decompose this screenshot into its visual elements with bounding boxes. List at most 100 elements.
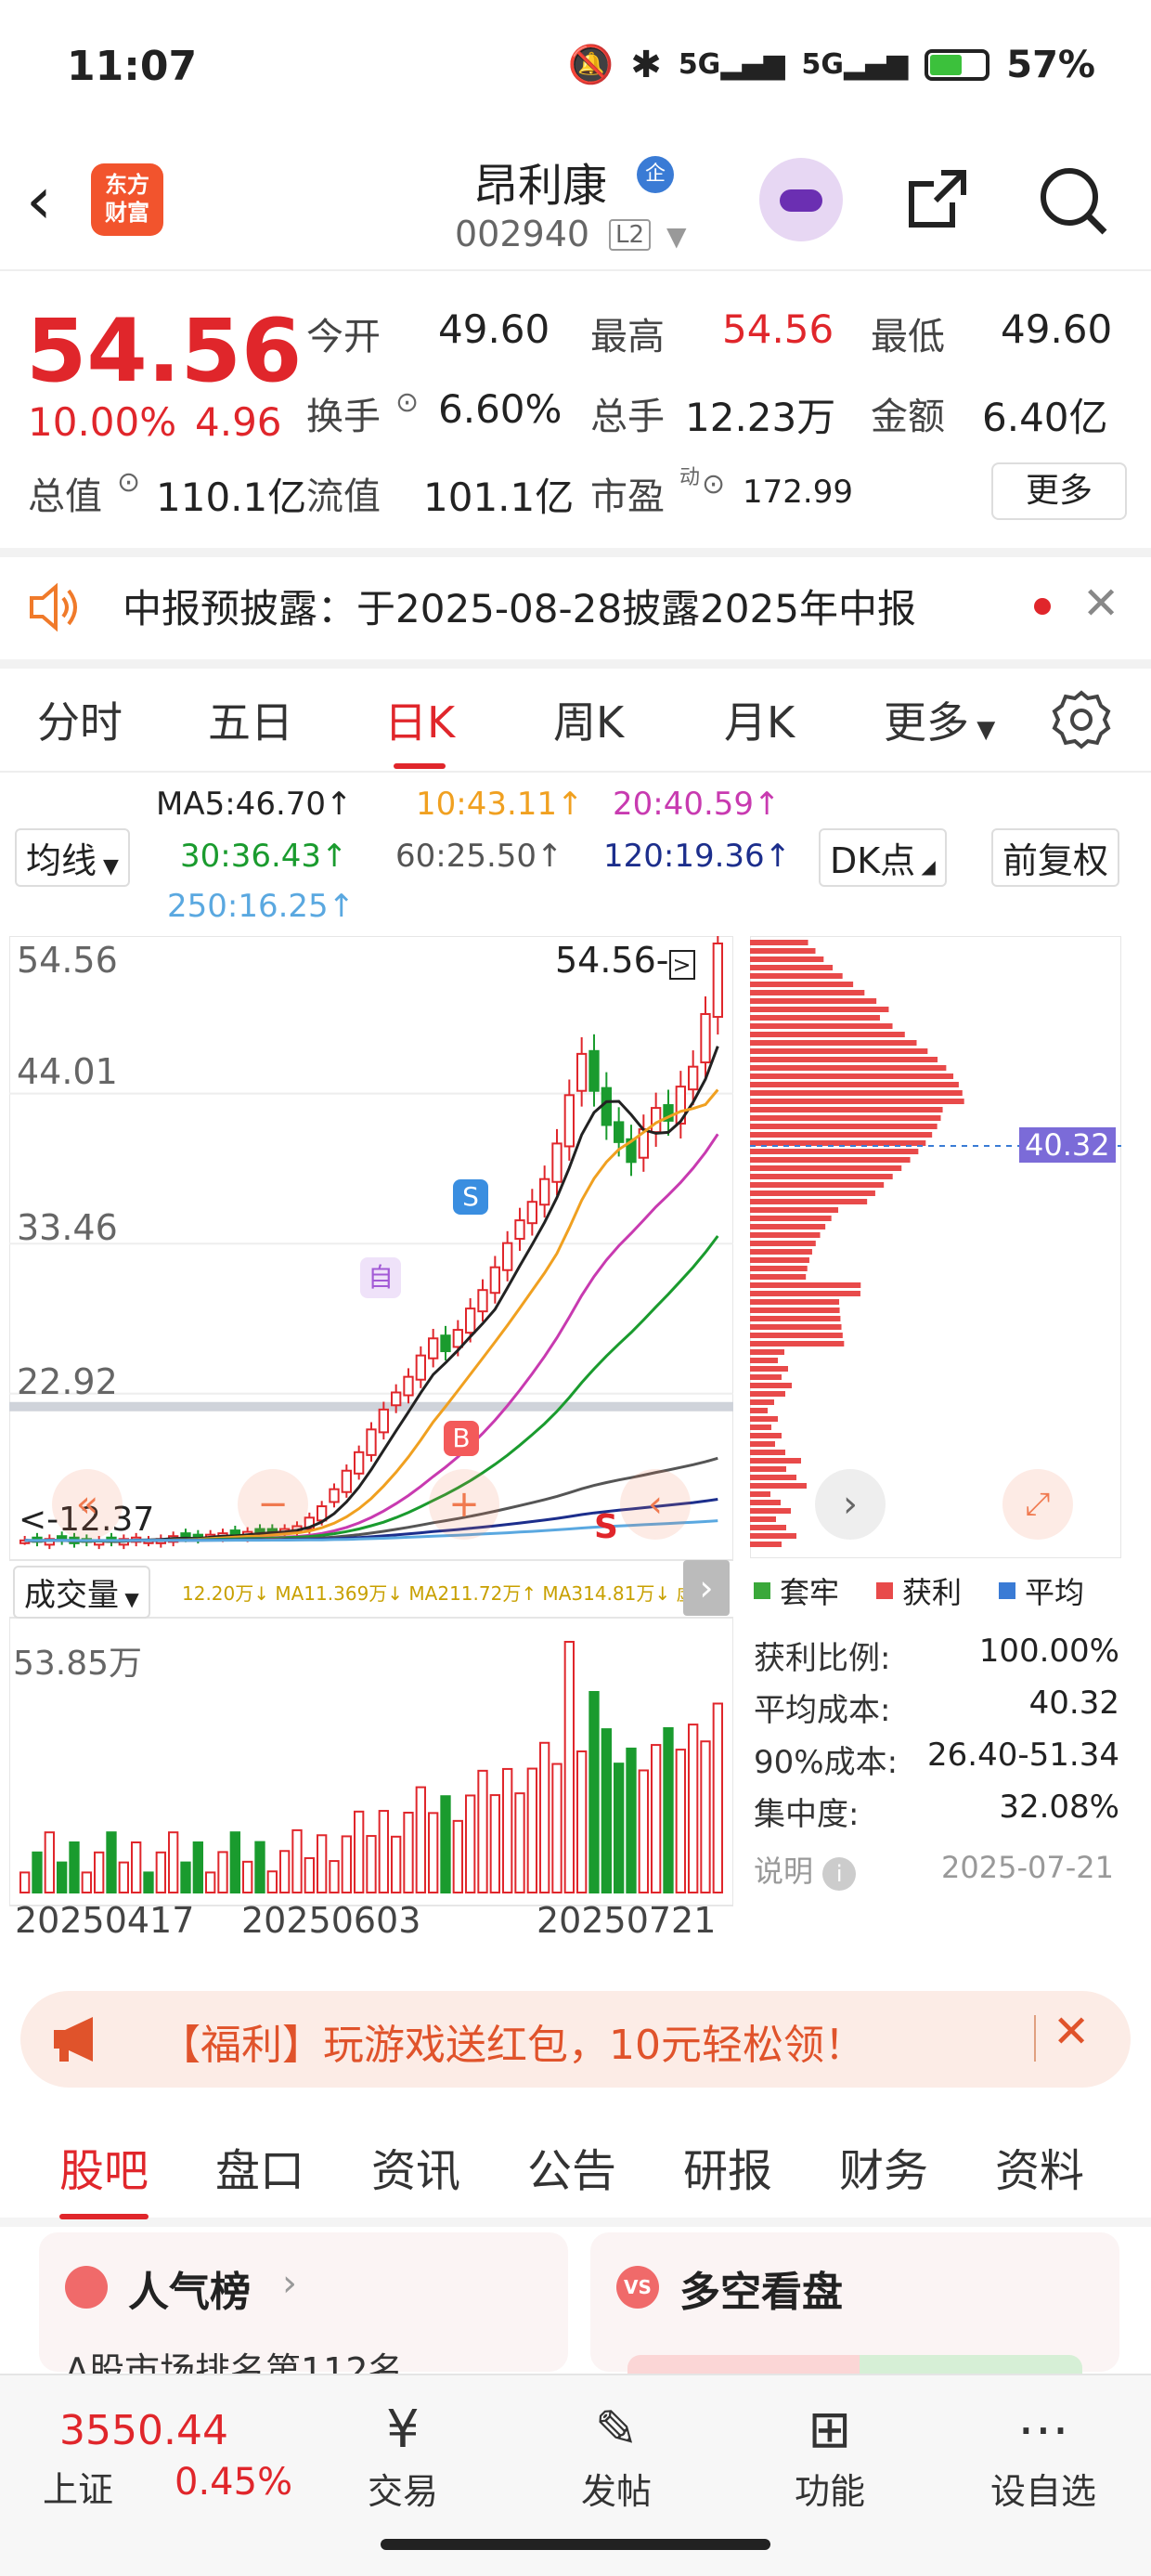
indicator-selector[interactable]: 成交量 ▼ — [13, 1566, 150, 1619]
content-tabs: 股吧 盘口 资讯 公告 研报 财务 资料 — [0, 2108, 1151, 2227]
chip-bar — [750, 1099, 964, 1104]
info-icon[interactable]: ⊙ — [117, 466, 140, 499]
candle-body — [700, 1012, 711, 1064]
kline-chart[interactable] — [9, 936, 733, 1967]
share-icon[interactable] — [904, 165, 971, 232]
ma-selector[interactable]: 均线 ▼ — [15, 828, 130, 887]
chip-bar — [750, 1224, 826, 1229]
popularity-card[interactable]: 人气榜 › A股市场排名第112名 — [39, 2232, 568, 2391]
expand-chevron-icon[interactable]: › — [683, 1560, 730, 1616]
bull-bear-card[interactable]: VS 多空看盘 — [590, 2232, 1119, 2383]
tab-order-book[interactable]: 盘口 — [215, 2134, 304, 2199]
close-icon[interactable]: ✕ — [1082, 578, 1119, 630]
tab-profile[interactable]: 资料 — [995, 2134, 1084, 2199]
nav-trade[interactable]: ¥ 交易 — [347, 2398, 459, 2514]
volume-bar — [539, 1741, 550, 1893]
dk-point-toggle[interactable]: DK点 ◢ — [819, 828, 947, 887]
tab-monthly-k[interactable]: 月K — [724, 689, 795, 750]
next-chevron-icon[interactable]: › — [815, 1469, 886, 1540]
candle-body — [378, 1408, 389, 1434]
volume-bar — [168, 1831, 179, 1894]
market-cap-value: 110.1亿 — [156, 475, 307, 520]
scroll-left-button[interactable]: « — [52, 1469, 123, 1540]
back-button[interactable]: ‹ — [26, 168, 52, 233]
volume-bar — [502, 1767, 513, 1894]
index-value[interactable]: 3550.44 — [59, 2407, 228, 2454]
volume-bar — [32, 1851, 43, 1893]
tab-five-day[interactable]: 五日 — [208, 689, 293, 750]
nav-functions[interactable]: ⊞ 功能 — [774, 2398, 886, 2514]
chip-bar — [750, 1441, 775, 1447]
chip-bar — [750, 1466, 786, 1472]
chip-bar — [750, 1015, 880, 1021]
chip-bar — [750, 1157, 911, 1163]
ma250-label: 250:16.25↑ — [167, 888, 356, 925]
vs-icon: VS — [616, 2266, 659, 2309]
tab-research[interactable]: 研报 — [683, 2134, 772, 2199]
chip-distribution-chart[interactable] — [750, 936, 1121, 1558]
s-marker: S — [594, 1508, 618, 1546]
grid-icon: ⊞ — [808, 2400, 852, 2460]
notice-bar[interactable]: 中报预披露：于2025-08-28披露2025年中报 ✕ — [0, 557, 1151, 669]
candle-body — [502, 1242, 513, 1271]
candle-body — [403, 1375, 414, 1397]
more-button[interactable]: 更多 — [991, 462, 1127, 520]
ma120-label: 120:19.36↑ — [603, 838, 792, 875]
tab-news[interactable]: 资讯 — [371, 2134, 460, 2199]
turnover-label: 换手 — [306, 396, 381, 438]
volume-bar — [217, 1851, 228, 1894]
zoom-out-button[interactable]: − — [238, 1469, 308, 1540]
volume-bar — [266, 1870, 278, 1894]
legend-swatch-profit — [876, 1582, 894, 1599]
chip-bar — [750, 1475, 796, 1480]
chip-bar — [750, 1132, 933, 1138]
y-tick-0: 54.56 — [17, 940, 118, 981]
close-icon[interactable]: ✕ — [1053, 2006, 1090, 2058]
self-select-marker[interactable]: 自 — [360, 1257, 401, 1298]
index-percent[interactable]: 0.45% — [175, 2461, 292, 2504]
sell-signal-marker[interactable]: S — [453, 1179, 488, 1215]
volume-bar — [700, 1740, 711, 1893]
chip-bar — [750, 1199, 868, 1204]
tab-daily-k[interactable]: 日K — [384, 689, 455, 769]
volume-bar — [576, 1750, 588, 1893]
chip-bar — [750, 1124, 938, 1129]
level2-badge[interactable]: L2 — [609, 219, 652, 251]
chip-bar — [750, 1165, 902, 1171]
candle-body — [601, 1086, 613, 1126]
search-icon[interactable] — [1036, 163, 1110, 238]
robot-avatar[interactable] — [759, 158, 843, 241]
chevron-down-icon[interactable]: ▼ — [666, 221, 687, 252]
promo-banner[interactable]: 【福利】玩游戏送红包，10元轻松领！ ✕ — [20, 1991, 1131, 2088]
zoom-in-button[interactable]: + — [429, 1469, 499, 1540]
adjust-selector[interactable]: 前复权 — [991, 828, 1120, 887]
gear-icon[interactable] — [1051, 689, 1112, 750]
fullscreen-icon[interactable]: ⤢ — [1002, 1469, 1073, 1540]
tab-announcements[interactable]: 公告 — [527, 2134, 616, 2199]
volume-bar — [614, 1763, 625, 1894]
volume-bar — [81, 1871, 92, 1894]
tab-finance[interactable]: 财务 — [839, 2134, 928, 2199]
tab-more[interactable]: 更多 ▼ — [884, 689, 995, 750]
index-name[interactable]: 上证 — [43, 2461, 113, 2512]
prev-button[interactable]: ‹ — [620, 1469, 691, 1540]
buy-signal-marker[interactable]: B — [444, 1421, 479, 1456]
change-amount: 4.96 — [195, 399, 282, 445]
chip-bar — [750, 1115, 941, 1121]
info-icon[interactable]: ⊙ — [395, 386, 419, 419]
tab-intraday[interactable]: 分时 — [37, 689, 123, 750]
chip-bar — [750, 990, 865, 995]
profit-ratio-value: 100.00% — [978, 1633, 1119, 1670]
chip-bar — [750, 1416, 778, 1422]
candle-body — [526, 1201, 538, 1225]
explain-link[interactable]: 说明 i — [754, 1848, 857, 1891]
bluetooth-icon: ✱ — [630, 43, 662, 86]
info-icon[interactable]: ⊙ — [702, 468, 725, 501]
nav-post[interactable]: ✎ 发帖 — [561, 2398, 672, 2514]
volume-bar — [440, 1795, 451, 1893]
nav-add-watchlist[interactable]: ⋯ 设自选 — [988, 2398, 1099, 2514]
tab-forum[interactable]: 股吧 — [59, 2134, 149, 2219]
cost-90-label: 90%成本: — [754, 1744, 899, 1781]
chip-bar — [750, 1241, 816, 1246]
tab-weekly-k[interactable]: 周K — [553, 689, 624, 750]
